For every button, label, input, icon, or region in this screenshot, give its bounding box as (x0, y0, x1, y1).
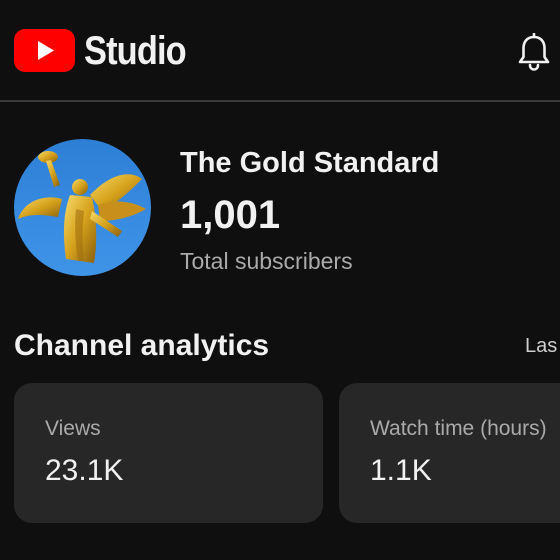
app-name: Studio (84, 28, 187, 73)
channel-name: The Gold Standard (180, 147, 440, 179)
channel-avatar[interactable] (14, 139, 151, 276)
watch-time-value: 1.1K (370, 454, 432, 487)
analytics-period-link[interactable]: Las (525, 335, 557, 358)
views-label: Views (45, 417, 101, 440)
bell-icon[interactable] (517, 33, 551, 71)
app-header: Studio (0, 0, 560, 101)
youtube-play-icon (14, 29, 75, 72)
studio-screen: Studio The Gold Standard 1,001 Total sub… (0, 0, 560, 560)
analytics-title: Channel analytics (14, 329, 270, 362)
header-divider (0, 100, 560, 102)
golden-angel-image (14, 139, 151, 276)
subscriber-count: 1,001 (180, 193, 281, 237)
watch-time-label: Watch time (hours) (370, 417, 547, 440)
views-card[interactable]: Views 23.1K (14, 383, 323, 523)
watch-time-card[interactable]: Watch time (hours) 1.1K (339, 383, 560, 523)
subscriber-label: Total subscribers (180, 248, 353, 274)
views-value: 23.1K (45, 454, 124, 487)
studio-logo[interactable]: Studio (14, 29, 202, 72)
